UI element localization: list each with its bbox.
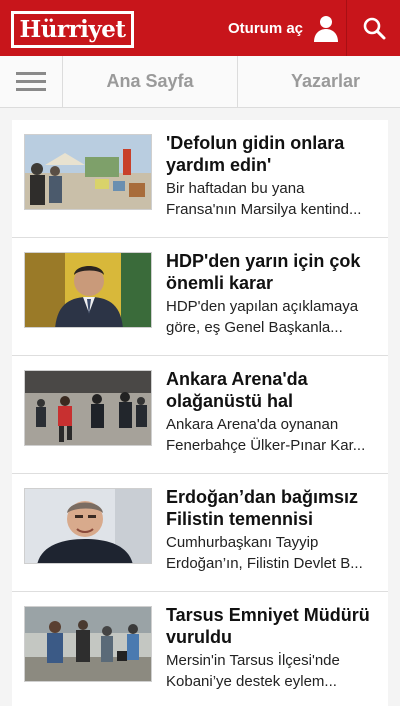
news-feed[interactable]: 'Defolun gidin onlara yardım edin' Bir h… bbox=[0, 108, 400, 706]
news-summary: Bir haftadan bu yana Fransa'nın Marsilya… bbox=[166, 178, 380, 220]
news-summary-line: Bir haftadan bu yana bbox=[166, 180, 305, 197]
news-summary-line: Erdoğan’ın, Filistin Devlet B... bbox=[166, 555, 363, 572]
news-summary: Ankara Arena'da oynanan Fenerbahçe Ülker… bbox=[166, 414, 380, 456]
news-summary-line: Cumhurbaşkanı Tayyip bbox=[166, 534, 319, 551]
news-summary-line: Kobani’ye destek eylem... bbox=[166, 673, 337, 690]
news-summary: HDP'den yapılan açıklamaya göre, eş Gene… bbox=[166, 296, 380, 338]
news-item[interactable]: Tarsus Emniyet Müdürü vuruldu Mersin'in … bbox=[12, 592, 388, 706]
news-summary: Cumhurbaşkanı Tayyip Erdoğan’ın, Filisti… bbox=[166, 532, 380, 574]
news-list: 'Defolun gidin onlara yardım edin' Bir h… bbox=[12, 120, 388, 706]
news-item[interactable]: Erdoğan’dan bağımsız Filistin temennisi … bbox=[12, 474, 388, 592]
news-headline[interactable]: Tarsus Emniyet Müdürü vuruldu bbox=[166, 604, 380, 648]
news-headline[interactable]: 'Defolun gidin onlara yardım edin' bbox=[166, 132, 380, 176]
logo-text: Hürriyet bbox=[14, 14, 131, 45]
tab-bar: Ana Sayfa Yazarlar bbox=[0, 56, 400, 108]
news-summary-line: Mersin'in Tarsus İlçesi'nde bbox=[166, 652, 340, 669]
news-headline[interactable]: HDP'den yarın için çok önemli karar bbox=[166, 250, 380, 294]
news-headline[interactable]: Ankara Arena'da olağanüstü hal bbox=[166, 368, 380, 412]
news-headline[interactable]: Erdoğan’dan bağımsız Filistin temennisi bbox=[166, 486, 380, 530]
hurriyet-logo[interactable]: Hürriyet bbox=[11, 11, 134, 48]
news-item[interactable]: HDP'den yarın için çok önemli karar HDP'… bbox=[12, 238, 388, 356]
search-icon bbox=[363, 17, 385, 40]
tab-ana-sayfa[interactable]: Ana Sayfa bbox=[63, 56, 237, 107]
news-summary-line: Ankara Arena'da oynanan bbox=[166, 416, 339, 433]
news-thumbnail-tarsus bbox=[24, 606, 152, 682]
login-label: Oturum aç bbox=[228, 19, 304, 37]
news-item[interactable]: Ankara Arena'da olağanüstü hal Ankara Ar… bbox=[12, 356, 388, 474]
news-summary-line: göre, eş Genel Başkanla... bbox=[166, 319, 343, 336]
news-thumbnail-erdogan bbox=[24, 488, 152, 564]
news-summary: Mersin'in Tarsus İlçesi'nde Kobani’ye de… bbox=[166, 650, 380, 692]
menu-button[interactable] bbox=[0, 56, 62, 107]
news-thumbnail-marseille bbox=[24, 134, 152, 210]
news-summary-line: Fransa'nın Marsilya kentind... bbox=[166, 201, 362, 218]
news-item[interactable]: 'Defolun gidin onlara yardım edin' Bir h… bbox=[12, 120, 388, 238]
top-bar: Hürriyet Oturum aç bbox=[0, 0, 400, 56]
search-button[interactable] bbox=[347, 0, 400, 56]
news-summary-line: Fenerbahçe Ülker-Pınar Kar... bbox=[166, 437, 366, 454]
tab-yazarlar[interactable]: Yazarlar bbox=[238, 56, 400, 107]
login-button[interactable]: Oturum aç bbox=[228, 0, 341, 56]
news-summary-line: HDP'den yapılan açıklamaya bbox=[166, 298, 359, 315]
hamburger-menu-icon bbox=[16, 71, 46, 91]
news-thumbnail-ankara-arena bbox=[24, 370, 152, 446]
news-thumbnail-hdp bbox=[24, 252, 152, 328]
user-icon bbox=[314, 16, 339, 42]
